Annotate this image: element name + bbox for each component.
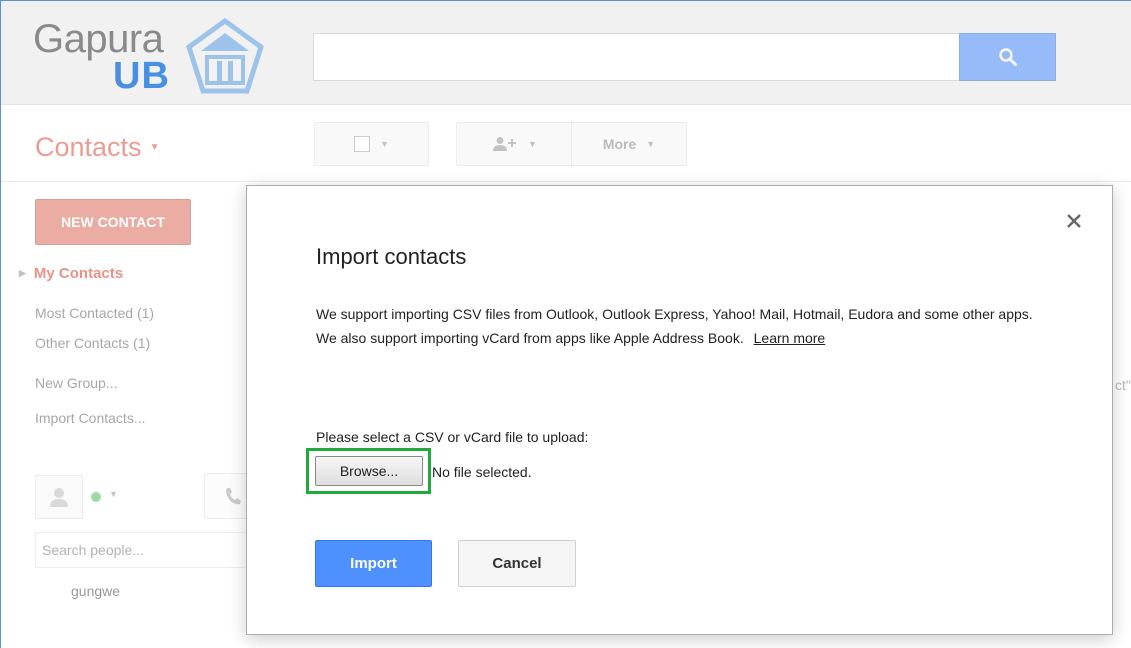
learn-more-link[interactable]: Learn more bbox=[754, 330, 826, 346]
more-button[interactable]: More ▼ bbox=[571, 122, 687, 166]
add-person-icon bbox=[493, 137, 517, 151]
sidebar-item-most-contacted[interactable]: Most Contacted (1) bbox=[35, 305, 154, 321]
avatar[interactable] bbox=[35, 475, 83, 519]
chevron-down-icon[interactable]: ▼ bbox=[109, 489, 118, 499]
app-title: Contacts bbox=[35, 132, 142, 162]
house-emblem-icon bbox=[186, 17, 264, 94]
add-to-group-button[interactable]: ▼ bbox=[456, 122, 572, 166]
search-input[interactable] bbox=[313, 33, 959, 81]
search-icon bbox=[998, 48, 1017, 66]
phone-icon bbox=[226, 488, 241, 505]
description-text: We support importing CSV files from Outl… bbox=[316, 306, 1033, 346]
file-status: No file selected. bbox=[432, 464, 532, 480]
upload-label: Please select a CSV or vCard file to upl… bbox=[316, 429, 589, 445]
browse-button[interactable]: Browse... bbox=[315, 456, 423, 486]
import-button[interactable]: Import bbox=[315, 540, 432, 587]
toolbar: Contacts ▼ ▼ ▼ More ▼ bbox=[1, 106, 1131, 182]
contacts-menu[interactable]: Contacts ▼ bbox=[35, 132, 159, 163]
header: Gapura UB bbox=[1, 1, 1131, 105]
background-partial-text: ct" bbox=[1115, 377, 1131, 393]
sidebar-item-other-contacts[interactable]: Other Contacts (1) bbox=[35, 335, 150, 351]
import-contacts-dialog: Import contacts We support importing CSV… bbox=[246, 185, 1113, 635]
triangle-right-icon: ▶ bbox=[19, 268, 26, 278]
sidebar-item-my-contacts[interactable]: ▶ My Contacts bbox=[19, 265, 123, 282]
select-checkbox-button[interactable]: ▼ bbox=[314, 122, 429, 166]
chevron-down-icon: ▼ bbox=[380, 139, 389, 149]
dialog-description: We support importing CSV files from Outl… bbox=[316, 302, 1046, 350]
search-button[interactable] bbox=[959, 33, 1056, 81]
close-icon[interactable] bbox=[1063, 210, 1085, 232]
logo[interactable]: Gapura UB bbox=[33, 15, 273, 99]
sidebar-item-label: My Contacts bbox=[33, 265, 124, 282]
chevron-down-icon: ▼ bbox=[149, 142, 160, 153]
chat-contact-item[interactable]: gungwe bbox=[71, 583, 120, 599]
chevron-down-icon: ▼ bbox=[646, 139, 656, 149]
status-online-icon[interactable] bbox=[91, 492, 101, 502]
dialog-title: Import contacts bbox=[316, 244, 467, 269]
cancel-button[interactable]: Cancel bbox=[458, 540, 576, 587]
logo-subtext: UB bbox=[113, 55, 170, 97]
chevron-down-icon: ▼ bbox=[528, 139, 537, 149]
more-label: More bbox=[602, 136, 637, 152]
app-frame: Gapura UB Contacts ▼ ▼ ▼ More ▼ NEW CONT… bbox=[0, 0, 1131, 648]
import-contacts-link[interactable]: Import Contacts... bbox=[35, 410, 145, 426]
person-icon bbox=[50, 488, 68, 507]
new-contact-button[interactable]: NEW CONTACT bbox=[35, 199, 191, 245]
sidebar: NEW CONTACT ▶ My Contacts Most Contacted… bbox=[1, 183, 265, 648]
checkbox-icon bbox=[354, 136, 371, 152]
search-people-input[interactable] bbox=[35, 532, 265, 568]
new-group-link[interactable]: New Group... bbox=[35, 375, 117, 391]
